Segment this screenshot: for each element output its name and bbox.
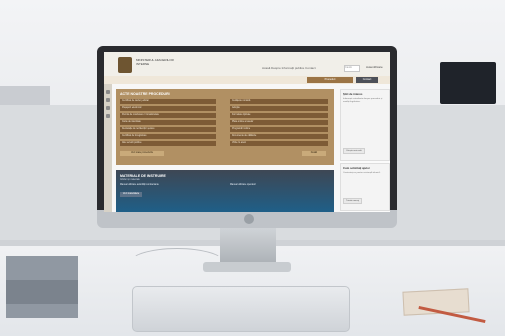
facebook-icon[interactable] [106, 90, 110, 94]
materials-subtitle: Ghiduri și materiale [120, 179, 140, 181]
social-sidebar [104, 84, 112, 212]
view-materials-button[interactable]: Vezi materialele [120, 192, 142, 197]
procedure-item[interactable]: Pașaport electronic [120, 106, 216, 111]
procedures-panel: ACTE NOASTRE PROCEDURI Certificat de caz… [116, 89, 334, 165]
login-link[interactable]: Autentificare [366, 65, 383, 69]
help-card: Cum solicitați ajutor Contactați-ne pent… [340, 163, 390, 211]
procedure-item[interactable]: Adopție [230, 106, 328, 111]
youtube-icon[interactable] [106, 106, 110, 110]
procedure-item[interactable]: Vizite în arest [230, 141, 328, 146]
procedure-item[interactable]: Certificat de înregistrare [120, 134, 216, 139]
monitor-stand [220, 228, 276, 262]
procedure-item[interactable]: Carte de identitate [120, 120, 216, 125]
tab-proceduri[interactable]: Proceduri [307, 77, 353, 83]
procedure-item[interactable]: Cetățenie română [230, 99, 328, 104]
details-button[interactable]: Detalii [302, 151, 326, 156]
twitter-icon[interactable] [106, 98, 110, 102]
material-link[interactable]: Manual utilizare operatori [230, 184, 256, 186]
monitor-cable [128, 248, 226, 280]
procedure-item[interactable]: Formulare tipizate [230, 113, 328, 118]
material-link[interactable]: Manual utilizare autorități contractante [120, 184, 159, 186]
news-card-title: Știri de interes [343, 92, 363, 96]
website-screen: MINISTERUL AFACERILOR INTERNE Acasă Desp… [104, 52, 390, 212]
help-card-title: Cum solicitați ajutor [343, 166, 370, 170]
site-header: MINISTERUL AFACERILOR INTERNE Acasă Desp… [104, 52, 390, 76]
materials-title: MATERIALE DE INSTRUIRE [120, 174, 166, 178]
procedure-item[interactable]: Permis de conducere / înmatriculare [120, 113, 216, 118]
site-logo-text: MINISTERUL AFACERILOR INTERNE [136, 58, 174, 66]
news-card: Știri de interes Informații actualizate … [340, 89, 390, 161]
right-column: Știri de interes Informații actualizate … [340, 89, 390, 212]
news-card-text: Informații actualizate despre proceduri … [343, 98, 383, 103]
procedure-item[interactable]: Alte servicii publice [120, 141, 216, 146]
read-more-button[interactable]: Citește mai mult [343, 148, 365, 154]
procedure-item[interactable]: Programări online [230, 127, 328, 132]
send-message-button[interactable]: Trimite mesaj [343, 198, 363, 204]
materials-panel: MATERIALE DE INSTRUIRE Ghiduri și materi… [116, 170, 334, 212]
procedures-title: ACTE NOASTRE PROCEDURI [120, 92, 170, 96]
apple-logo-icon [244, 214, 254, 224]
procedure-item[interactable]: Certificat de cazier judiciar [120, 99, 216, 104]
help-card-text: Contactați-ne pentru asistență tehnică. [343, 172, 381, 174]
procedure-item[interactable]: Documente de călătorie [230, 134, 328, 139]
procedure-item[interactable]: Plata online a taxelor [230, 120, 328, 125]
crest-logo-icon [118, 57, 132, 73]
tab-contact[interactable]: Contact [356, 77, 378, 83]
main-navigation[interactable]: Acasă Despre Informații publice Contact [262, 66, 316, 70]
all-procedures-button[interactable]: Vezi toate procedurile [120, 151, 164, 156]
background-monitor [440, 62, 496, 104]
procedure-item[interactable]: Declarație de rezidență / ședere [120, 127, 216, 132]
book-spine [6, 280, 78, 304]
email-icon[interactable] [106, 114, 110, 118]
search-input[interactable]: Caută [344, 65, 360, 72]
keyboard [132, 286, 350, 332]
